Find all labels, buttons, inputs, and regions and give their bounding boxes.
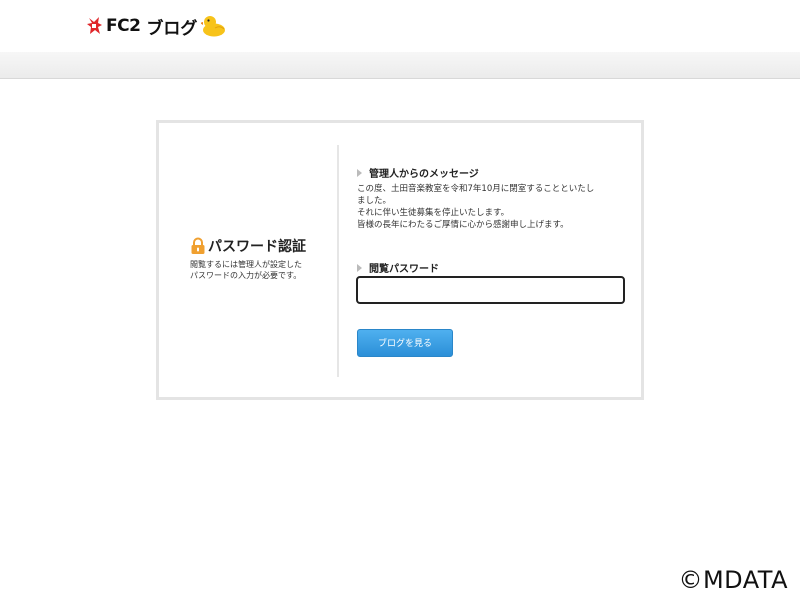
auth-description-line: 閲覧するには管理人が設定した [190, 260, 302, 269]
duck-mascot-icon [201, 16, 226, 37]
message-line: この度、土田音楽教室を令和7年10月に閉室することといたし [357, 184, 595, 194]
copyright-watermark: ©MDATA [678, 566, 788, 594]
auth-title-row: パスワード認証 [189, 236, 306, 256]
auth-info-panel: パスワード認証 閲覧するには管理人が設定した パスワードの入力が必要です。 [159, 123, 339, 397]
lock-icon [191, 237, 205, 254]
vertical-divider [337, 145, 339, 377]
message-line: それに伴い生徒募集を停止いたします。 [357, 208, 510, 218]
fc2-blog-logo[interactable]: FC2 ブログ [86, 13, 227, 39]
password-heading: 閲覧パスワード [357, 260, 439, 275]
password-input[interactable] [356, 276, 625, 304]
triangle-bullet-icon [357, 263, 362, 272]
auth-description: 閲覧するには管理人が設定した パスワードの入力が必要です。 [190, 259, 330, 281]
view-blog-button[interactable]: ブログを見る [357, 329, 453, 357]
password-auth-card: パスワード認証 閲覧するには管理人が設定した パスワードの入力が必要です。 管理… [156, 120, 644, 400]
password-heading-text: 閲覧パスワード [369, 264, 439, 275]
triangle-bullet-icon [357, 168, 362, 177]
message-heading-text: 管理人からのメッセージ [369, 169, 479, 180]
auth-title: パスワード認証 [208, 239, 306, 255]
fc2-unicorn-logo-icon [87, 17, 102, 34]
auth-description-line: パスワードの入力が必要です。 [190, 271, 302, 280]
message-line: 皆様の長年にわたるご厚情に心から感謝申し上げます。 [357, 220, 569, 230]
message-line: ました。 [357, 196, 392, 206]
logo-blog-text: ブログ [146, 18, 198, 39]
header-subbar [0, 52, 800, 79]
admin-message: この度、土田音楽教室を令和7年10月に閉室することといたし ました。 それに伴い… [357, 183, 627, 231]
auth-form-panel: 管理人からのメッセージ この度、土田音楽教室を令和7年10月に閉室することといた… [353, 123, 628, 397]
logo-fc2-text: FC2 [106, 16, 141, 36]
message-heading: 管理人からのメッセージ [357, 165, 479, 180]
site-header: FC2 ブログ [0, 0, 800, 52]
